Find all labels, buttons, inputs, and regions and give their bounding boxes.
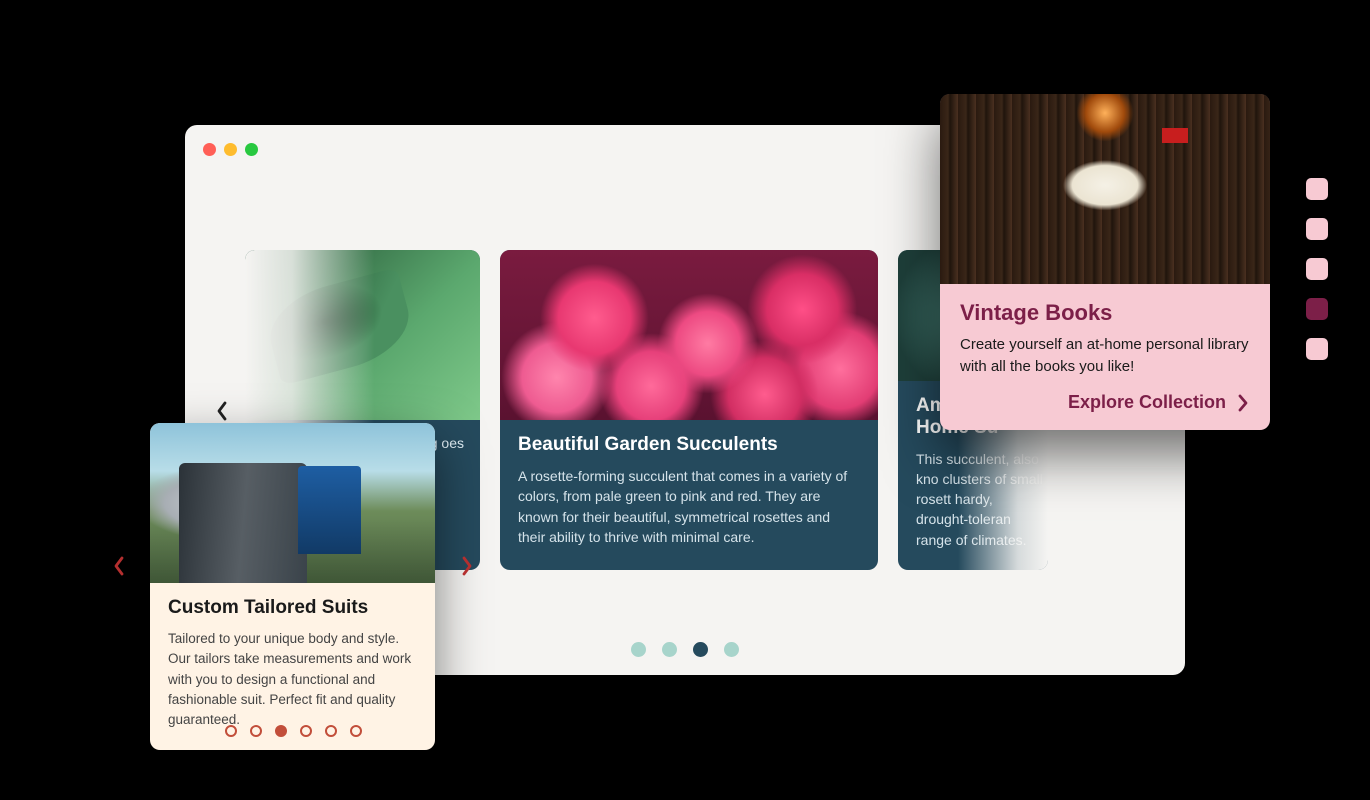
- pagination-dot[interactable]: [724, 642, 739, 657]
- pagination-square[interactable]: [1306, 218, 1328, 240]
- card-description: This succulent, also kno clusters of sma…: [916, 449, 1044, 550]
- suits-carousel-prev-button[interactable]: [112, 555, 126, 583]
- card-description: Tailored to your unique body and style. …: [168, 629, 417, 730]
- explore-collection-button[interactable]: Explore Collection: [960, 392, 1250, 414]
- pagination-dot[interactable]: [250, 725, 262, 737]
- chevron-right-icon: [1236, 392, 1250, 414]
- pagination-dot[interactable]: [350, 725, 362, 737]
- cta-label: Explore Collection: [1068, 392, 1226, 413]
- suits-card[interactable]: Custom Tailored Suits Tailored to your u…: [150, 423, 435, 750]
- card-title: Custom Tailored Suits: [168, 597, 417, 619]
- books-card[interactable]: Vintage Books Create yourself an at-home…: [940, 94, 1270, 430]
- pagination-square[interactable]: [1306, 258, 1328, 280]
- window-traffic-lights: [203, 143, 258, 156]
- carousel-pagination-dots: [631, 642, 739, 657]
- card-description: Create yourself an at-home personal libr…: [960, 334, 1250, 378]
- pagination-dot[interactable]: [662, 642, 677, 657]
- card-image-suits: [150, 423, 435, 583]
- minimize-icon[interactable]: [224, 143, 237, 156]
- pagination-dot[interactable]: [631, 642, 646, 657]
- pagination-dot[interactable]: [300, 725, 312, 737]
- card-title: Beautiful Garden Succulents: [518, 434, 860, 456]
- card-description: A rosette-forming succulent that comes i…: [518, 466, 860, 547]
- suits-carousel-next-button[interactable]: [460, 555, 474, 583]
- card-image-flowers: [500, 250, 878, 420]
- carousel-card-succulents[interactable]: Beautiful Garden Succulents A rosette-fo…: [500, 250, 878, 570]
- pagination-dot-active[interactable]: [275, 725, 287, 737]
- side-pagination-squares: [1306, 178, 1328, 360]
- pagination-dot-active[interactable]: [693, 642, 708, 657]
- pagination-square[interactable]: [1306, 178, 1328, 200]
- maximize-icon[interactable]: [245, 143, 258, 156]
- pagination-square[interactable]: [1306, 338, 1328, 360]
- pagination-dot[interactable]: [225, 725, 237, 737]
- card-image-books: [940, 94, 1270, 284]
- card-title: Vintage Books: [960, 300, 1250, 326]
- close-icon[interactable]: [203, 143, 216, 156]
- pagination-square-active[interactable]: [1306, 298, 1328, 320]
- pagination-dot[interactable]: [325, 725, 337, 737]
- card-image-leaf: [245, 250, 480, 420]
- suits-pagination-dots: [225, 725, 362, 737]
